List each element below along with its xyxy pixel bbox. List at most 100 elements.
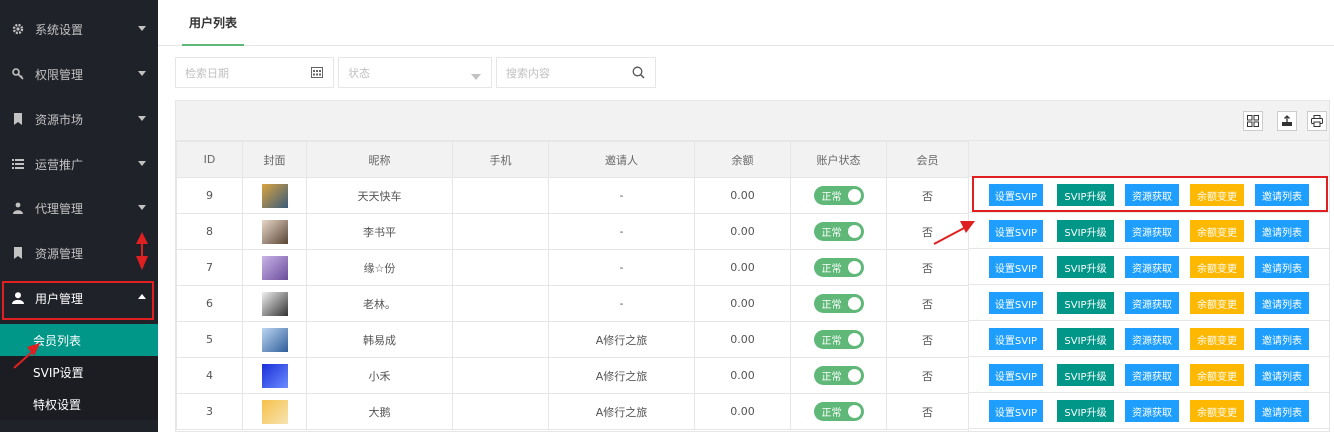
balance-change-button[interactable]: 余额变更 [1190, 220, 1244, 242]
status-select-placeholder: 状态 [348, 66, 370, 80]
sidebar-item-resources[interactable]: 资源管理 [0, 231, 158, 275]
balance-change-button[interactable]: 余额变更 [1190, 292, 1244, 314]
invite-list-button[interactable]: 邀请列表 [1255, 256, 1309, 278]
table-row[interactable]: 5 韩易成 A修行之旅 0.00 正常 否 [176, 321, 969, 358]
status-toggle[interactable]: 正常 [813, 222, 864, 241]
date-filter-input[interactable]: 检索日期 [175, 57, 334, 88]
invite-list-button[interactable]: 邀请列表 [1255, 292, 1309, 314]
submenu-item-member-list[interactable]: 会员列表 [0, 324, 158, 356]
status-toggle[interactable]: 正常 [813, 258, 864, 277]
chevron-down-icon [138, 71, 146, 76]
chevron-down-icon [138, 26, 146, 31]
resource-get-button[interactable]: 资源获取 [1125, 328, 1179, 350]
cell-id: 3 [176, 393, 243, 430]
status-toggle[interactable]: 正常 [813, 402, 864, 421]
status-select[interactable]: 状态 [338, 57, 492, 88]
status-toggle[interactable]: 正常 [813, 366, 864, 385]
cell-nickname: 缘☆份 [306, 249, 453, 286]
sidebar-item-label: 系统设置 [35, 22, 84, 37]
cell-cover [242, 177, 307, 214]
cell-phone [452, 357, 549, 394]
column-header-account-status[interactable]: 账户状态 [790, 141, 887, 178]
balance-change-button[interactable]: 余额变更 [1190, 364, 1244, 386]
column-header-phone[interactable]: 手机 [452, 141, 549, 178]
user-table: ID 封面 昵称 手机 邀请人 余额 账户状态 会员 9 天天快车 -0.00 正常否… [175, 100, 1330, 432]
export-icon[interactable] [1277, 111, 1297, 131]
cell-phone [452, 285, 549, 322]
toggle-knob [847, 297, 861, 310]
column-header-cover[interactable]: 封面 [242, 141, 307, 178]
cell-inviter: A修行之旅 [548, 393, 695, 430]
cell-cover [242, 357, 307, 394]
svip-upgrade-button[interactable]: SVIP升级 [1057, 400, 1114, 422]
balance-change-button[interactable]: 余额变更 [1190, 256, 1244, 278]
resource-get-button[interactable]: 资源获取 [1125, 256, 1179, 278]
status-toggle[interactable]: 正常 [813, 186, 864, 205]
status-toggle[interactable]: 正常 [813, 330, 864, 349]
invite-list-button[interactable]: 邀请列表 [1255, 400, 1309, 422]
resource-get-button[interactable]: 资源获取 [1125, 400, 1179, 422]
status-toggle[interactable]: 正常 [813, 294, 864, 313]
print-icon[interactable] [1307, 111, 1327, 131]
column-header-balance[interactable]: 余额 [694, 141, 791, 178]
resource-get-button[interactable]: 资源获取 [1125, 364, 1179, 386]
cell-cover [242, 321, 307, 358]
sidebar-item-system-settings[interactable]: 系统设置 [0, 7, 158, 51]
table-row[interactable]: 7 缘☆份 -0.00 正常 否 [176, 249, 969, 286]
sidebar-item-agents[interactable]: 代理管理 [0, 186, 158, 230]
set-svip-button[interactable]: 设置SVIP [989, 292, 1043, 314]
balance-change-button[interactable]: 余额变更 [1190, 400, 1244, 422]
set-svip-button[interactable]: 设置SVIP [989, 364, 1043, 386]
svip-upgrade-button[interactable]: SVIP升级 [1057, 364, 1114, 386]
sidebar-item-operations[interactable]: 运营推广 [0, 142, 158, 186]
submenu-label: SVIP设置 [33, 365, 84, 380]
submenu-item-privilege-settings[interactable]: 特权设置 [0, 388, 158, 420]
sidebar: 系统设置 权限管理 资源市场 运营推广 代理管理 资源管理 用户管理 会员列表 … [0, 0, 158, 432]
invite-list-button[interactable]: 邀请列表 [1255, 220, 1309, 242]
column-header-member[interactable]: 会员 [886, 141, 969, 178]
column-header-inviter[interactable]: 邀请人 [548, 141, 695, 178]
set-svip-button[interactable]: 设置SVIP [989, 220, 1043, 242]
svip-upgrade-button[interactable]: SVIP升级 [1057, 220, 1114, 242]
set-svip-button[interactable]: 设置SVIP [989, 400, 1043, 422]
resource-get-button[interactable]: 资源获取 [1125, 292, 1179, 314]
table-row[interactable]: 3 大鹅 A修行之旅 0.00 正常 否 [176, 393, 969, 430]
table-row[interactable]: 4 小禾 A修行之旅 0.00 正常 否 [176, 357, 969, 394]
status-toggle-label: 正常 [821, 372, 842, 383]
set-svip-button[interactable]: 设置SVIP [989, 256, 1043, 278]
balance-change-button[interactable]: 余额变更 [1190, 328, 1244, 350]
status-toggle-label: 正常 [821, 300, 842, 311]
cell-inviter: - [548, 213, 695, 250]
invite-list-button[interactable]: 邀请列表 [1255, 328, 1309, 350]
cell-account-status: 正常 [790, 357, 887, 394]
svip-upgrade-button[interactable]: SVIP升级 [1057, 256, 1114, 278]
svip-upgrade-button[interactable]: SVIP升级 [1057, 328, 1114, 350]
svip-upgrade-button[interactable]: SVIP升级 [1057, 292, 1114, 314]
toggle-knob [847, 225, 861, 238]
invite-list-button[interactable]: 邀请列表 [1255, 364, 1309, 386]
resource-get-button[interactable]: 资源获取 [1125, 220, 1179, 242]
column-header-id[interactable]: ID [176, 141, 243, 178]
status-toggle-label: 正常 [821, 408, 842, 419]
table-row[interactable]: 9 天天快车 -0.00 正常 否 [176, 177, 969, 214]
avatar [261, 399, 288, 424]
columns-filter-icon[interactable] [1243, 111, 1263, 131]
search-input[interactable]: 搜索内容 [496, 57, 656, 88]
avatar [261, 255, 288, 280]
calendar-icon [311, 66, 323, 81]
sidebar-item-label: 资源市场 [35, 112, 84, 127]
actions-row: 设置SVIP SVIP升级 资源获取 余额变更 邀请列表 [969, 357, 1329, 393]
group-icon [11, 201, 25, 215]
column-header-nickname[interactable]: 昵称 [306, 141, 453, 178]
table-row[interactable]: 6 老林。 -0.00 正常 否 [176, 285, 969, 322]
main-content: 用户列表 检索日期 状态 搜索内容 ID 封面 昵称 手机 邀请人 余额 账户状… [158, 0, 1334, 432]
set-svip-button[interactable]: 设置SVIP [989, 328, 1043, 350]
sidebar-item-resource-market[interactable]: 资源市场 [0, 97, 158, 141]
sidebar-item-permissions[interactable]: 权限管理 [0, 52, 158, 96]
table-row[interactable]: 8 李书平 -0.00 正常 否 [176, 213, 969, 250]
tab-user-list[interactable]: 用户列表 [182, 0, 244, 46]
submenu-item-svip-settings[interactable]: SVIP设置 [0, 356, 158, 388]
cell-account-status: 正常 [790, 213, 887, 250]
cell-balance: 0.00 [694, 177, 791, 214]
search-icon[interactable] [632, 66, 645, 82]
